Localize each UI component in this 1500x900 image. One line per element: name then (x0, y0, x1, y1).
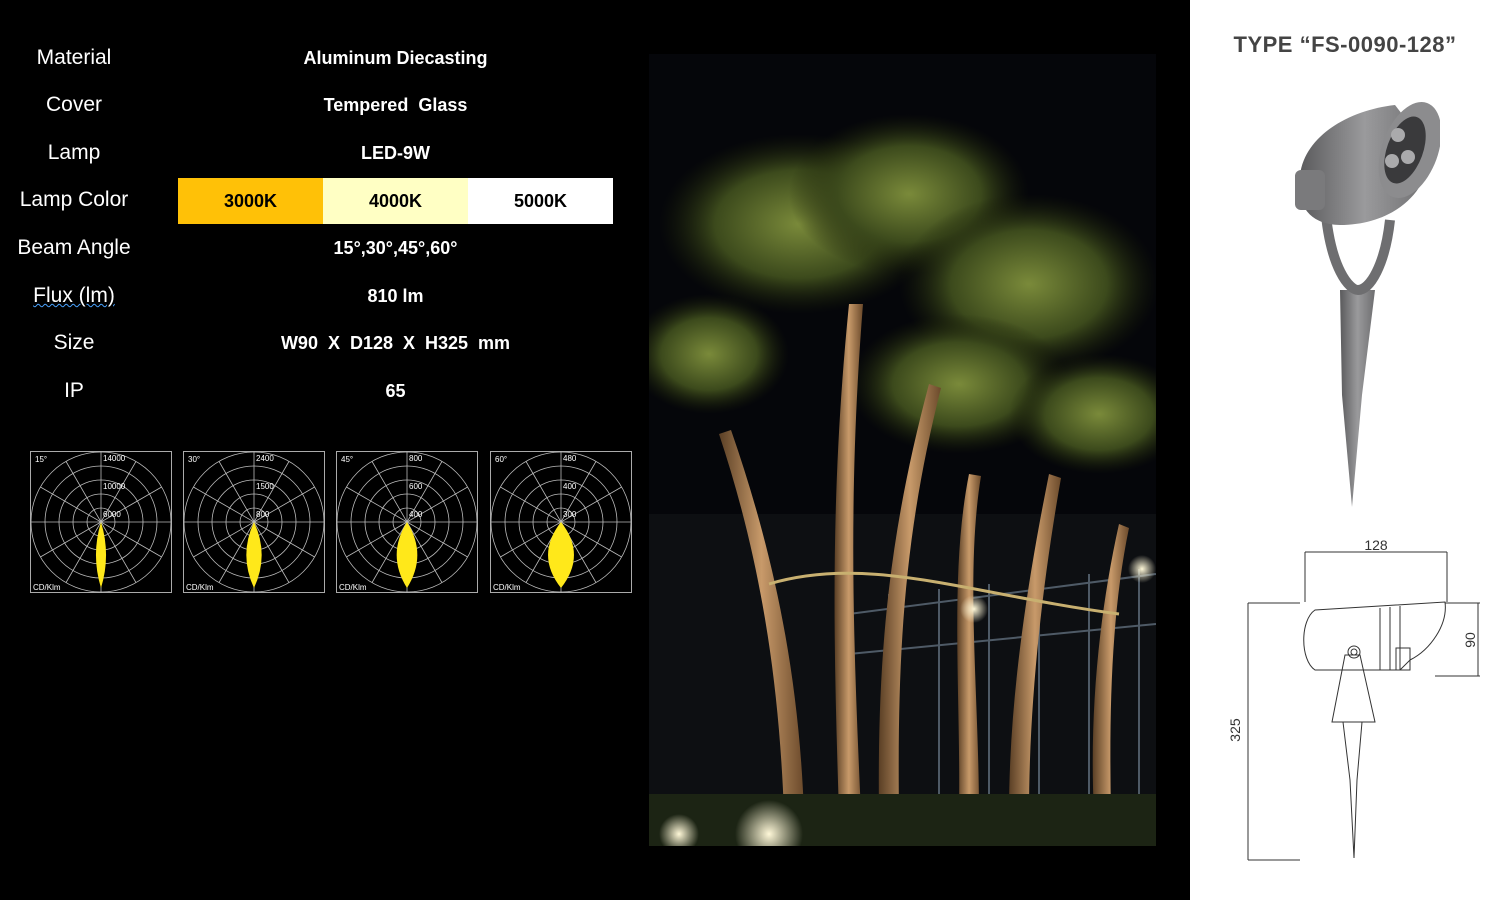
dimension-drawing: 128 90 325 (1227, 537, 1480, 861)
spec-row-lamp-color: Lamp Color 3000K 4000K 5000K (0, 178, 620, 224)
polar-unit-label: CD/Klm (33, 583, 61, 592)
polar-angle-label: 30° (188, 455, 200, 464)
polar-ring-label: 800 (409, 454, 423, 463)
spec-row-cover: Cover Tempered Glass (0, 83, 620, 127)
polar-ring-label: 1500 (256, 482, 274, 491)
spec-value: LED-9W (361, 143, 430, 163)
polar-angle-label: 15° (35, 455, 47, 464)
installation-photo (649, 54, 1156, 846)
dim-width-label: 128 (1364, 537, 1388, 553)
spec-value: 810 lm (367, 286, 424, 306)
polar-ring-label: 14000 (103, 454, 126, 463)
spec-label: IP (64, 379, 84, 402)
polar-beam-lobe (396, 522, 418, 588)
polar-chart-30: 30° 2400 1500 800 CD/Klm (183, 451, 325, 593)
polar-ring-label: 400 (563, 482, 577, 491)
product-type-title: TYPE “FS-0090-128” (1233, 32, 1457, 57)
color-swatch-4000k: 4000K (323, 178, 468, 224)
polar-ring-label: 400 (409, 510, 423, 519)
spec-value: 65 (385, 381, 406, 401)
spec-value: 15°,30°,45°,60° (333, 238, 458, 258)
spec-row-material: Material Aluminum Diecasting (0, 36, 620, 80)
spec-row-size: Size W90 X D128 X H325 mm (0, 321, 620, 365)
polar-chart-45: 45° 800 600 400 CD/Klm (336, 451, 478, 593)
dim-total-height-label: 325 (1227, 718, 1243, 742)
spec-label: Size (53, 331, 95, 354)
polar-angle-label: 60° (495, 455, 507, 464)
spec-value: Tempered Glass (323, 95, 468, 115)
polar-angle-label: 45° (341, 455, 353, 464)
spec-row-ip: IP 65 (0, 369, 620, 413)
polar-ring-label: 480 (563, 454, 577, 463)
polar-unit-label: CD/Klm (493, 583, 521, 592)
spec-value: W90 X D128 X H325 mm (280, 333, 511, 353)
polar-ring-label: 10000 (103, 482, 126, 491)
polar-chart-15: 15° 14000 10000 6000 CD/Klm (30, 451, 172, 593)
polar-beam-lobe (548, 522, 574, 588)
spec-row-beam-angle: Beam Angle 15°,30°,45°,60° (0, 226, 620, 270)
polar-chart-60: 60° 480 400 300 CD/Klm (490, 451, 632, 593)
polar-ring-label: 6000 (103, 510, 121, 519)
color-swatch-5000k: 5000K (468, 178, 613, 224)
polar-unit-label: CD/Klm (339, 583, 367, 592)
spec-row-lamp: Lamp LED-9W (0, 131, 620, 175)
spec-value: Aluminum Diecasting (303, 48, 488, 68)
product-image (1295, 102, 1440, 507)
spec-label: Beam Angle (17, 236, 131, 259)
polar-ring-label: 800 (256, 510, 270, 519)
polar-ring-label: 600 (409, 482, 423, 491)
dim-head-height-label: 90 (1462, 632, 1478, 648)
polar-ring-label: 300 (563, 510, 577, 519)
spec-label: Material (36, 46, 112, 69)
spec-label: Flux (lm) (0, 274, 148, 318)
spec-label: Lamp Color (19, 188, 129, 211)
spec-panel: Material Aluminum Diecasting Cover Tempe… (0, 0, 1190, 900)
polar-ring-label: 2400 (256, 454, 274, 463)
spec-label-text: Flux (lm) (33, 284, 115, 307)
color-swatch-3000k: 3000K (178, 178, 323, 224)
spec-label: Cover (45, 93, 103, 116)
polar-unit-label: CD/Klm (186, 583, 214, 592)
spec-label: Lamp (47, 141, 101, 164)
spec-row-flux: Flux (lm) 810 lm (0, 274, 620, 318)
